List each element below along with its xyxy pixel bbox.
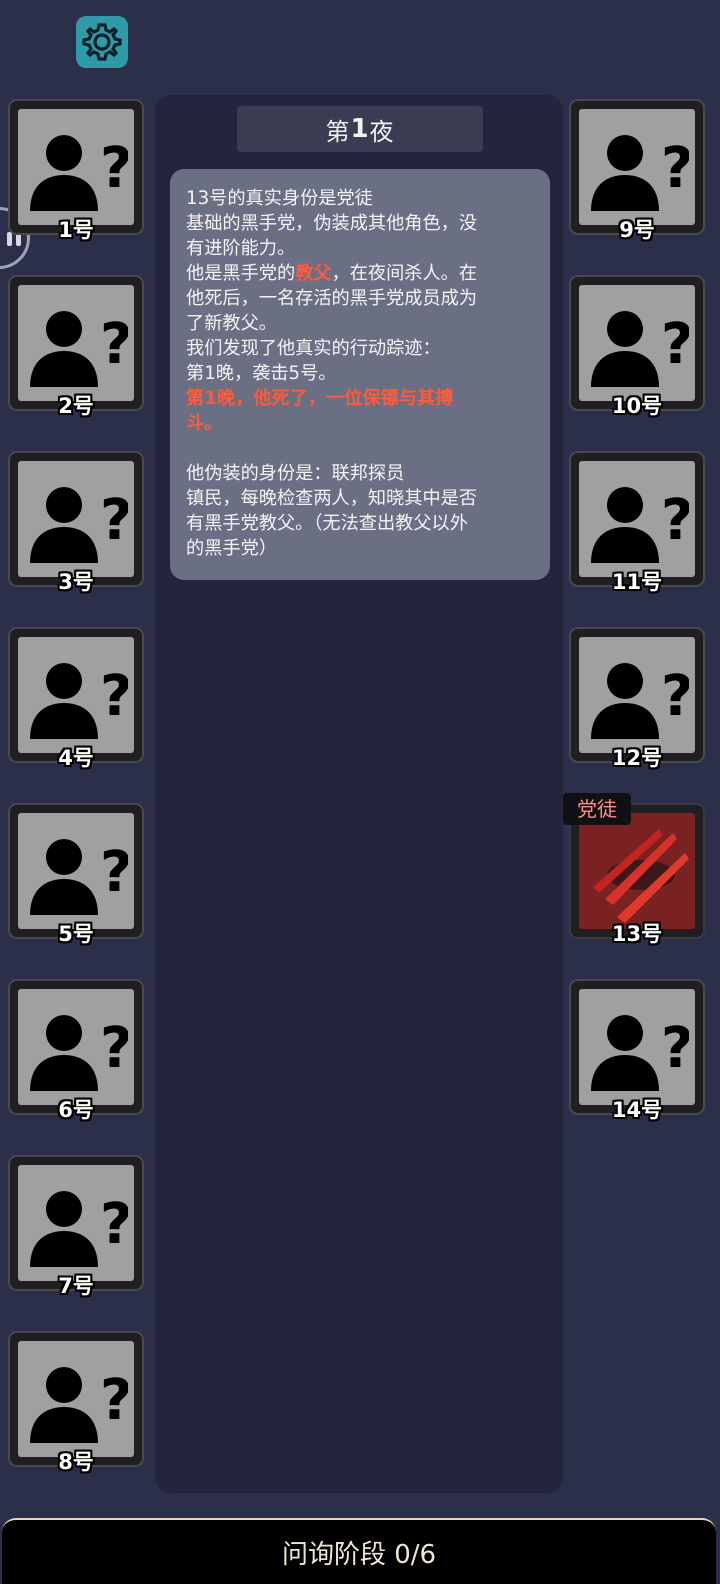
death-line: 斗。 <box>186 413 223 434</box>
unknown-player-icon: ? <box>30 663 128 739</box>
player-slot-7[interactable]: ? 7号 <box>8 1155 148 1298</box>
player-slot-5[interactable]: ? 5号 <box>8 803 148 946</box>
player-number: 11号 <box>611 570 663 594</box>
svg-text:?: ? <box>661 136 689 201</box>
unknown-player-icon: ? <box>30 839 128 915</box>
unknown-player-icon: ? <box>30 1367 128 1443</box>
info-line: 他伪装的身份是：联邦探员 <box>186 463 405 484</box>
player-number: 7号 <box>58 1274 94 1298</box>
info-line: 有黑手党教父。（无法查出教父以外 <box>186 513 468 534</box>
info-line: 基础的黑手党，伪装成其他角色，没 <box>186 213 478 234</box>
unknown-player-icon: ? <box>591 311 689 387</box>
godfather-highlight: 教父 <box>295 263 332 284</box>
svg-text:?: ? <box>661 1016 689 1081</box>
unknown-player-icon: ? <box>591 487 689 563</box>
player-slot-9[interactable]: ? 9号 <box>569 99 709 242</box>
claw-slash-icon <box>593 829 689 923</box>
info-line: 他死后，一名存活的黑手党成员成为 <box>186 288 478 309</box>
player-slot-10[interactable]: ? 10号 <box>569 275 709 418</box>
player-number: 2号 <box>58 394 94 418</box>
player-slot-14[interactable]: ? 14号 <box>569 979 709 1122</box>
player-slot-3[interactable]: ? 3号 <box>8 451 148 594</box>
identity-reveal-card: 13号的真实身份是党徒 基础的黑手党，伪装成其他角色，没 有进阶能力。 他是黑手… <box>170 169 550 580</box>
player-slot-6[interactable]: ? 6号 <box>8 979 148 1122</box>
settings-button[interactable] <box>76 16 128 68</box>
player-number: 3号 <box>58 570 94 594</box>
player-number: 10号 <box>611 394 663 418</box>
info-line: 13号的真实身份是党徒 <box>186 188 373 209</box>
info-line: 第1晚，袭击5号。 <box>186 363 337 384</box>
phase-label: 问询阶段 0/6 <box>281 1539 437 1570</box>
player-slot-2[interactable]: ? 2号 <box>8 275 148 418</box>
player-number: 9号 <box>619 218 655 242</box>
unknown-player-icon: ? <box>30 1015 128 1091</box>
unknown-player-icon: ? <box>591 1015 689 1091</box>
player-number: 4号 <box>58 746 94 770</box>
svg-text:?: ? <box>100 664 128 729</box>
unknown-player-icon: ? <box>30 311 128 387</box>
unknown-player-icon: ? <box>30 1191 128 1267</box>
svg-text:?: ? <box>661 488 689 553</box>
svg-text:?: ? <box>100 1192 128 1257</box>
info-line: 的黑手党） <box>186 538 277 559</box>
info-line: 有进阶能力。 <box>186 238 296 259</box>
player-number: 8号 <box>58 1450 94 1474</box>
player-number: 1号 <box>58 218 94 242</box>
role-badge: 党徒 <box>563 793 631 825</box>
player-slot-4[interactable]: ? 4号 <box>8 627 148 770</box>
player-slot-11[interactable]: ? 11号 <box>569 451 709 594</box>
player-number: 14号 <box>611 1098 663 1122</box>
player-number: 6号 <box>58 1098 94 1122</box>
info-line: 镇民，每晚检查两人，知晓其中是否 <box>186 488 478 509</box>
svg-text:?: ? <box>100 1368 128 1433</box>
player-slot-8[interactable]: ? 8号 <box>8 1331 148 1474</box>
player-slot-12[interactable]: ? 12号 <box>569 627 709 770</box>
svg-text:?: ? <box>100 488 128 553</box>
player-slot-1[interactable]: ? 1号 <box>8 99 148 242</box>
player-number: 12号 <box>611 746 663 770</box>
svg-text:?: ? <box>100 840 128 905</box>
svg-text:?: ? <box>661 664 689 729</box>
svg-text:?: ? <box>661 312 689 377</box>
player-slot-13[interactable]: 党徒 13号 <box>563 793 709 946</box>
player-number: 13号 <box>611 922 663 946</box>
unknown-player-icon: ? <box>591 135 689 211</box>
unknown-player-icon: ? <box>591 663 689 739</box>
death-line: 第1晚，他死了，一位保镖与其搏 <box>186 388 454 409</box>
svg-text:?: ? <box>100 1016 128 1081</box>
player-number: 5号 <box>58 922 94 946</box>
svg-text:?: ? <box>100 136 128 201</box>
unknown-player-icon: ? <box>30 487 128 563</box>
unknown-player-icon: ? <box>30 135 128 211</box>
info-line: 他是黑手党的教父，在夜间杀人。在 <box>186 263 478 284</box>
info-line: 我们发现了他真实的行动踪迹： <box>186 338 441 359</box>
gear-icon <box>82 23 122 61</box>
phase-bar: 问询阶段 0/6 <box>2 1518 716 1584</box>
night-title: 第1夜 <box>237 106 483 152</box>
info-line: 了新教父。 <box>186 313 277 334</box>
svg-text:?: ? <box>100 312 128 377</box>
